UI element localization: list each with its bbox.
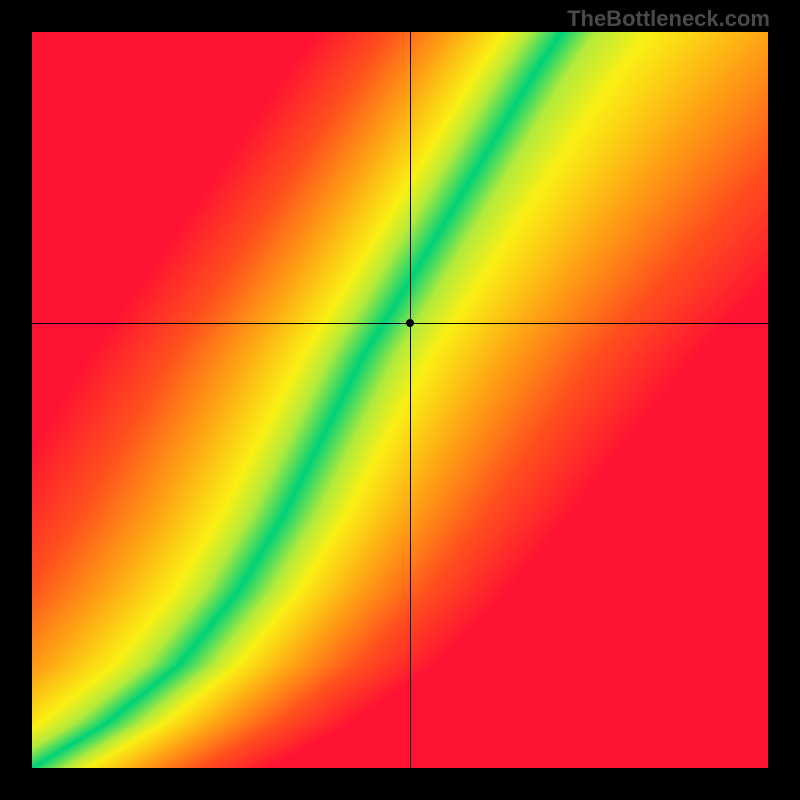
heatmap-canvas [32,32,768,768]
crosshair-vertical [410,32,411,768]
crosshair-horizontal [32,323,768,324]
heatmap-plot [32,32,768,768]
watermark-text: TheBottleneck.com [567,6,770,32]
crosshair-marker [406,319,414,327]
